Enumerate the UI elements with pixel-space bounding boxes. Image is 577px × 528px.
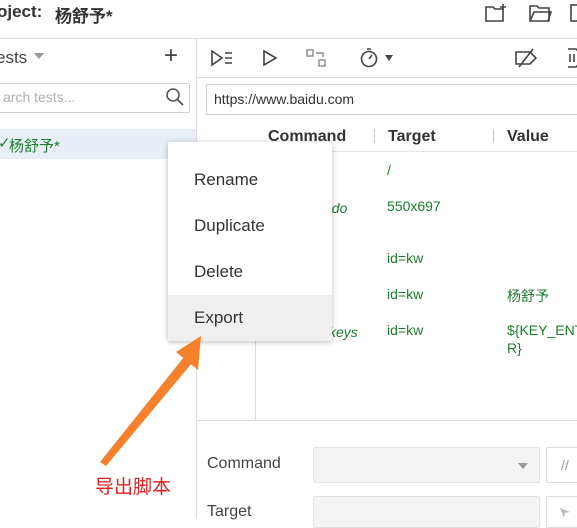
project-label: oject: [0, 2, 43, 21]
search-icon[interactable] [165, 87, 185, 107]
menu-item-label: Rename [194, 170, 259, 189]
test-name[interactable]: 杨舒予* [9, 135, 60, 156]
target-cell: 550x697 [387, 198, 441, 214]
base-url-box [206, 84, 577, 115]
menu-item-delete[interactable]: Delete [168, 249, 332, 295]
open-project-icon[interactable] [527, 2, 553, 24]
value-cell: 杨舒予 [507, 288, 549, 304]
cursor-icon [560, 508, 570, 518]
tests-dropdown-label[interactable]: ests [0, 48, 27, 68]
project-name[interactable]: 杨舒予* [55, 2, 113, 27]
column-header-target: Target [388, 128, 436, 145]
chevron-down-icon[interactable] [385, 55, 393, 61]
command-select[interactable] [313, 447, 540, 483]
menu-item-label: Export [194, 308, 244, 327]
base-url-input[interactable] [207, 85, 574, 112]
add-test-button[interactable]: + [164, 41, 178, 71]
search-tests-input[interactable] [0, 84, 153, 110]
target-cell: / [387, 162, 391, 178]
target-input[interactable] [313, 496, 540, 528]
chevron-down-icon[interactable] [518, 463, 528, 469]
test-context-menu: Rename Duplicate Delete Export [168, 142, 332, 341]
run-current-test-icon[interactable] [259, 47, 283, 69]
annotation-label: 导出脚本 [95, 477, 172, 498]
select-target-button[interactable] [546, 496, 577, 528]
header-bar: oject: 杨舒予* [0, 0, 577, 39]
command-cell: keys [329, 324, 358, 340]
target-field-label: Target [207, 503, 252, 520]
menu-item-export[interactable]: Export [168, 295, 332, 341]
editor-toolbar [197, 39, 577, 78]
search-box [0, 83, 190, 113]
new-project-icon[interactable] [483, 2, 509, 24]
column-divider[interactable] [374, 129, 375, 143]
menu-item-label: Delete [194, 262, 244, 281]
menu-item-label: Duplicate [194, 216, 265, 235]
column-divider[interactable] [493, 129, 494, 143]
menu-item-rename[interactable]: Rename [168, 157, 332, 203]
target-cell: id=kw [387, 322, 424, 338]
test-list-item[interactable]: ✓ 杨舒予* [0, 129, 196, 159]
disable-breakpoints-icon[interactable] [514, 47, 538, 69]
command-field-label: Command [207, 455, 281, 472]
run-all-tests-icon[interactable] [210, 47, 234, 69]
comment-toggle-button[interactable]: // [546, 447, 577, 483]
step-over-icon[interactable] [305, 47, 329, 69]
table-editor-divider[interactable] [197, 420, 577, 421]
target-cell: id=kw [387, 250, 424, 266]
value-cell: R} [507, 340, 522, 356]
comment-toggle-label: // [561, 457, 569, 473]
save-project-icon[interactable] [569, 2, 577, 24]
menu-item-duplicate[interactable]: Duplicate [168, 203, 332, 249]
chevron-down-icon[interactable] [34, 53, 44, 59]
target-cell: id=kw [387, 286, 424, 302]
speed-timer-icon[interactable] [359, 47, 383, 69]
value-cell: ${KEY_ENT [507, 322, 577, 338]
pause-on-exceptions-icon[interactable] [560, 47, 577, 69]
column-header-value: Value [507, 128, 549, 145]
